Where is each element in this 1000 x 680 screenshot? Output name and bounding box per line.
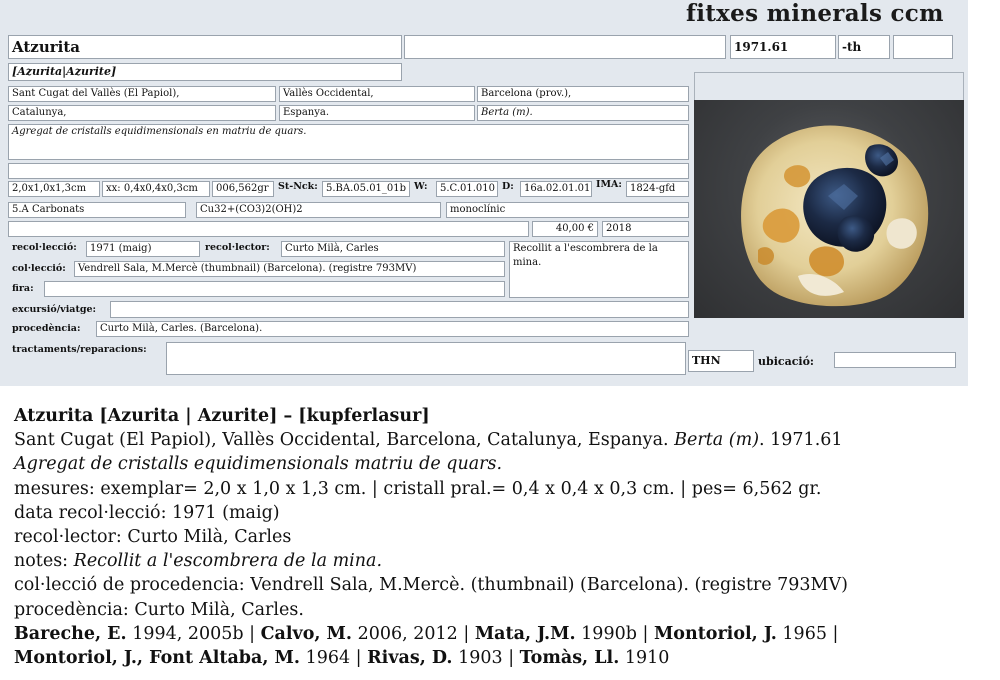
ref-years: 1964 | — [300, 648, 368, 669]
summary-notes: notes: Recollit a l'escombrera de la min… — [14, 549, 974, 573]
provenance-field[interactable]: Curto Milà, Carles. (Barcelona). — [96, 321, 689, 337]
summary-mine: Berta (m) — [674, 430, 760, 451]
ima-label: IMA: — [596, 179, 622, 190]
crystal-system-field[interactable]: monoclínic — [446, 202, 689, 218]
summary-references-line-1: Bareche, E. 1994, 2005b | Calvo, M. 2006… — [14, 622, 974, 646]
mine-field[interactable]: Berta (m). — [477, 105, 689, 121]
collection-label: col·lecció: — [12, 263, 66, 274]
collection-date-label: recol·lecció: — [12, 242, 77, 253]
weight-field[interactable]: 006,562gr — [212, 181, 274, 197]
stnck-field[interactable]: 5.BA.05.01_01b — [322, 181, 410, 197]
comarca-field[interactable]: Vallès Occidental, — [279, 86, 475, 102]
trip-field[interactable] — [110, 301, 689, 318]
remarks-field[interactable]: Recollit a l'escombrera de la mina. — [509, 241, 689, 298]
summary-collection: col·lecció de procedencia: Vendrell Sala… — [14, 575, 848, 596]
summary-notes-text: Recollit a l'escombrera de la mina. — [73, 551, 383, 572]
summary-place: Sant Cugat (El Papiol), Vallès Occidenta… — [14, 428, 974, 452]
region-field[interactable]: Catalunya, — [8, 105, 276, 121]
ref-author: Bareche, E. — [14, 623, 127, 644]
summary-section: Atzurita [Azurita | Azurite] – [kupferla… — [14, 404, 974, 670]
thn-field[interactable]: THN — [688, 350, 754, 372]
provenance-label: procedència: — [12, 323, 81, 334]
ref-years: 2006, 2012 | — [352, 623, 475, 644]
suffix-field[interactable]: -th — [838, 35, 890, 59]
summary-description: Agregat de cristalls equidimensionals ma… — [14, 454, 503, 475]
name-field[interactable]: Atzurita — [8, 35, 402, 59]
summary-notes-prefix: notes: — [14, 551, 74, 572]
collection-date-field[interactable]: 1971 (maig) — [86, 241, 200, 257]
fair-label: fira: — [12, 283, 34, 294]
ref-author: Rivas, D. — [367, 648, 453, 669]
summary-place-b: . 1971.61 — [759, 430, 843, 451]
summary-date: data recol·lecció: 1971 (maig) — [14, 502, 280, 523]
year-field[interactable]: 2018 — [602, 221, 689, 237]
ref-author: Montoriol, J. — [653, 623, 777, 644]
summary-place-a: Sant Cugat (El Papiol), Vallès Occidenta… — [14, 430, 669, 451]
d-field[interactable]: 16a.02.01.01 — [520, 181, 592, 197]
summary-provenance: procedència: Curto Milà, Carles. — [14, 599, 304, 620]
app-title: fitxes minerals ccm — [686, 0, 944, 27]
ref-years: 1994, 2005b | — [126, 623, 261, 644]
treatments-field[interactable] — [166, 342, 686, 375]
description-field[interactable]: Agregat de cristalls equidimensionals en… — [8, 124, 689, 160]
summary-title: Atzurita [Azurita | Azurite] – [kupferla… — [14, 406, 430, 426]
synonyms-field[interactable]: [Azurita|Azurite] — [8, 63, 402, 81]
treatments-label: tractaments/reparacions: — [12, 344, 147, 355]
province-field[interactable]: Barcelona (prov.), — [477, 86, 689, 102]
ref-years: 1990b | — [575, 623, 654, 644]
collector-label: recol·lector: — [205, 242, 270, 253]
notes-line-field[interactable] — [8, 163, 689, 179]
formula-field[interactable]: Cu32+(CO3)2(OH)2 — [196, 202, 441, 218]
locality-field[interactable]: Sant Cugat del Vallès (El Papiol), — [8, 86, 276, 102]
blank-field-1[interactable] — [404, 35, 726, 59]
specimen-dimensions-field[interactable]: 2,0x1,0x1,3cm — [8, 181, 100, 197]
ref-years: 1910 — [619, 648, 670, 669]
catalog-number-field[interactable]: 1971.61 — [730, 35, 836, 59]
d-label: D: — [502, 181, 514, 192]
ref-years: 1965 | — [776, 623, 839, 644]
stnck-label: St-Nck: — [278, 181, 318, 192]
ref-author: Tomàs, Ll. — [519, 648, 620, 669]
blank-row-field[interactable] — [8, 221, 529, 237]
location-label: ubicació: — [758, 355, 814, 368]
summary-collector: recol·lector: Curto Milà, Carles — [14, 527, 292, 548]
trip-label: excursió/viatge: — [12, 304, 97, 315]
summary-references-line-2: Montoriol, J., Font Altaba, M. 1964 | Ri… — [14, 646, 974, 670]
mineral-card-panel: fitxes minerals ccm Atzurita 1971.61 -th… — [0, 0, 968, 386]
country-field[interactable]: Espanya. — [279, 105, 475, 121]
collection-field[interactable]: Vendrell Sala, M.Mercè (thumbnail) (Barc… — [74, 261, 505, 277]
w-label: W: — [414, 181, 428, 192]
price-field[interactable]: 40,00 € — [532, 221, 598, 237]
collector-field[interactable]: Curto Milà, Carles — [281, 241, 505, 257]
ref-years: 1903 | — [452, 648, 520, 669]
fair-field[interactable] — [44, 281, 505, 297]
blank-field-2[interactable] — [893, 35, 953, 59]
azurite-specimen-image — [741, 125, 929, 307]
summary-measures: mesures: exemplar= 2,0 x 1,0 x 1,3 cm. |… — [14, 478, 822, 499]
ref-author: Montoriol, J., Font Altaba, M. — [14, 648, 301, 669]
w-field[interactable]: 5.C.01.010 — [436, 181, 498, 197]
crystal-dimensions-field[interactable]: xx: 0,4x0,4x0,3cm — [102, 181, 210, 197]
class-field[interactable]: 5.A Carbonats — [8, 202, 186, 218]
ref-author: Calvo, M. — [260, 623, 353, 644]
ref-author: Mata, J.M. — [474, 623, 576, 644]
ima-field[interactable]: 1824-gfd — [626, 181, 689, 197]
mineral-photo[interactable] — [694, 100, 964, 318]
location-field[interactable] — [834, 352, 956, 368]
